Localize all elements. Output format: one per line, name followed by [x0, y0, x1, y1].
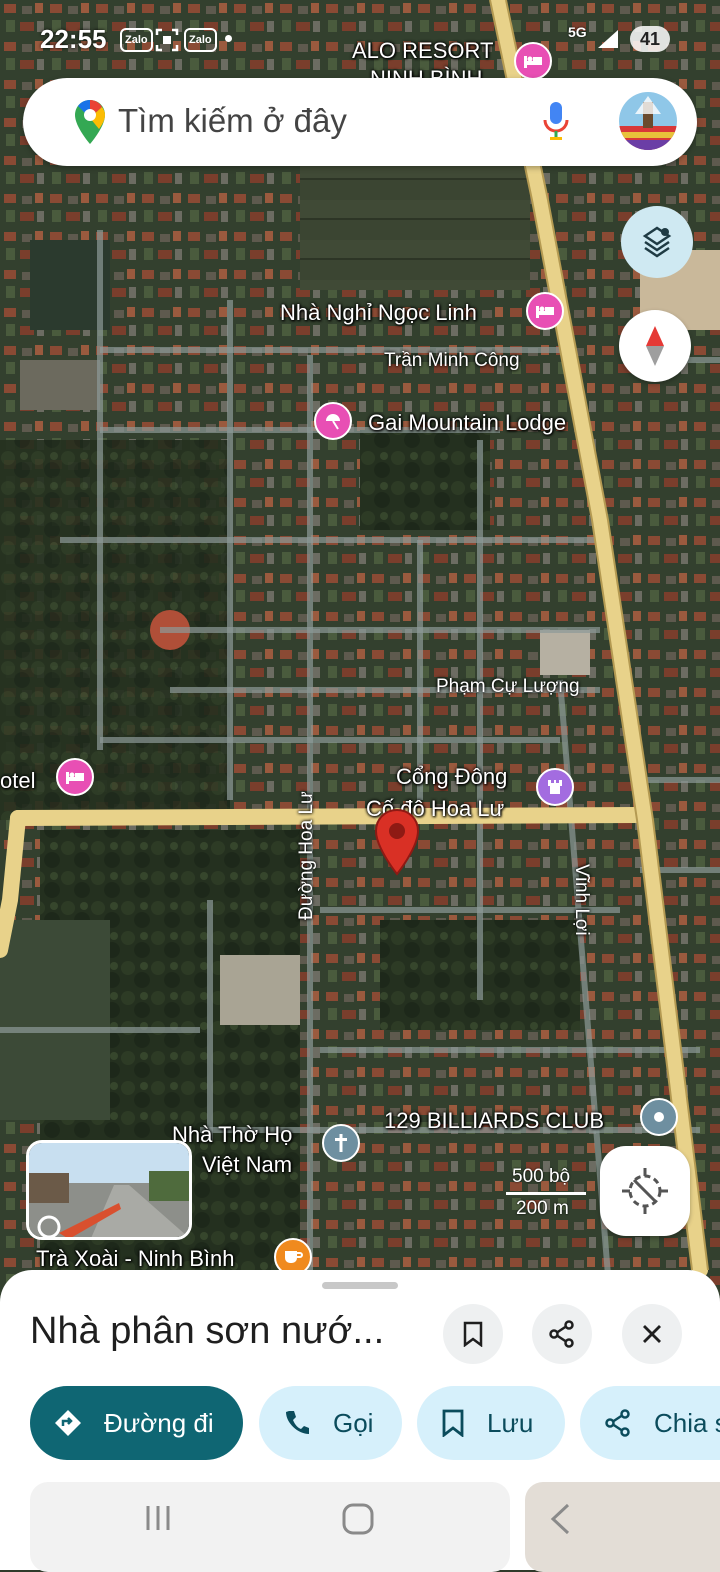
my-location-button[interactable]: [600, 1146, 690, 1236]
poi-label-nha-tho[interactable]: Nhà Thờ Họ: [172, 1122, 292, 1148]
call-button[interactable]: Gọi: [259, 1386, 402, 1460]
share-button[interactable]: Chia sẻ: [580, 1386, 720, 1460]
directions-label: Đường đi: [104, 1407, 214, 1438]
street-view-thumbnail[interactable]: [26, 1140, 192, 1240]
poi-label-otel[interactable]: otel: [0, 768, 35, 794]
place-pin-icon[interactable]: [640, 1098, 678, 1136]
signal-icon: [596, 28, 620, 55]
phone-icon: [283, 1409, 311, 1437]
directions-icon: [54, 1409, 82, 1437]
profile-avatar[interactable]: [619, 92, 677, 150]
selected-location-marker-icon[interactable]: [373, 808, 421, 883]
share-label: Chia sẻ: [654, 1407, 720, 1438]
poi-label-gai-mountain[interactable]: Gai Mountain Lodge: [368, 410, 566, 436]
search-bar[interactable]: Tìm kiếm ở đây: [23, 78, 697, 166]
directions-button[interactable]: Đường đi: [30, 1386, 243, 1460]
share-icon: [549, 1320, 574, 1348]
screenshot-icon: [155, 28, 179, 57]
compass-button[interactable]: [619, 310, 691, 382]
poi-label-billiards[interactable]: 129 BILLIARDS CLUB: [384, 1108, 604, 1134]
zalo-notification-icon: Zalo: [184, 28, 217, 52]
scale-meter-label: 200 m: [516, 1198, 569, 1219]
save-button[interactable]: Lưu: [417, 1386, 565, 1460]
scale-bar: 500 bộ 200 m: [506, 1166, 596, 1226]
search-input[interactable]: Tìm kiếm ở đây: [118, 102, 347, 140]
maps-logo-icon: [73, 98, 107, 151]
layers-icon: [642, 226, 672, 258]
zalo-notification-icon: Zalo: [120, 28, 153, 52]
poi-label-ngoc-linh[interactable]: Nhà Nghỉ Ngọc Linh: [280, 300, 477, 326]
street-label-duong-hoa-lu: Đường Hoa Lư: [296, 791, 317, 920]
home-icon[interactable]: [341, 1502, 375, 1541]
scale-line: [506, 1192, 586, 1195]
bookmark-icon: [463, 1321, 483, 1347]
bookmark-icon: [441, 1409, 465, 1437]
resort-pin-icon[interactable]: [314, 402, 352, 440]
status-time: 22:55: [40, 24, 107, 54]
compass-icon: [646, 326, 664, 366]
notification-dot-icon: [225, 35, 232, 42]
poi-sublabel-nha-tho[interactable]: Việt Nam: [202, 1152, 292, 1178]
hotel-pin-icon[interactable]: [56, 758, 94, 796]
share-icon: [604, 1409, 632, 1437]
back-icon[interactable]: [548, 1502, 572, 1541]
status-bar: 22:55 Zalo Zalo 5G 41: [0, 0, 720, 74]
save-label: Lưu: [487, 1407, 534, 1438]
place-title: Nhà phân sơn nướ...: [30, 1310, 385, 1352]
battery-indicator: 41: [630, 26, 670, 52]
save-place-button[interactable]: [443, 1304, 503, 1364]
call-label: Gọi: [333, 1407, 374, 1438]
network-5g-label: 5G: [568, 24, 587, 40]
close-sheet-button[interactable]: [622, 1304, 682, 1364]
close-icon: [643, 1325, 661, 1343]
sheet-drag-handle[interactable]: [322, 1282, 398, 1289]
mic-icon[interactable]: [541, 100, 571, 147]
church-pin-icon[interactable]: [322, 1124, 360, 1162]
recent-apps-icon[interactable]: [142, 1502, 174, 1539]
street-label-vinh-loi: Vĩnh Lợi: [571, 864, 592, 936]
poi-label-cong-dong[interactable]: Cổng Đông: [396, 764, 507, 790]
layers-button[interactable]: [621, 206, 693, 278]
location-off-icon: [622, 1168, 668, 1214]
street-label-tran-minh-cong: Trần Minh Công: [384, 350, 520, 371]
system-nav-bar: [0, 1480, 720, 1560]
hotel-pin-icon[interactable]: [526, 292, 564, 330]
share-place-button[interactable]: [532, 1304, 592, 1364]
street-label-pham-cu-luong: Phạm Cự Lượng: [436, 676, 580, 697]
landmark-pin-icon[interactable]: [536, 768, 574, 806]
scale-feet-label: 500 bộ: [512, 1166, 571, 1187]
poi-label-tra-xoai[interactable]: Trà Xoài - Ninh Bình: [36, 1246, 235, 1272]
